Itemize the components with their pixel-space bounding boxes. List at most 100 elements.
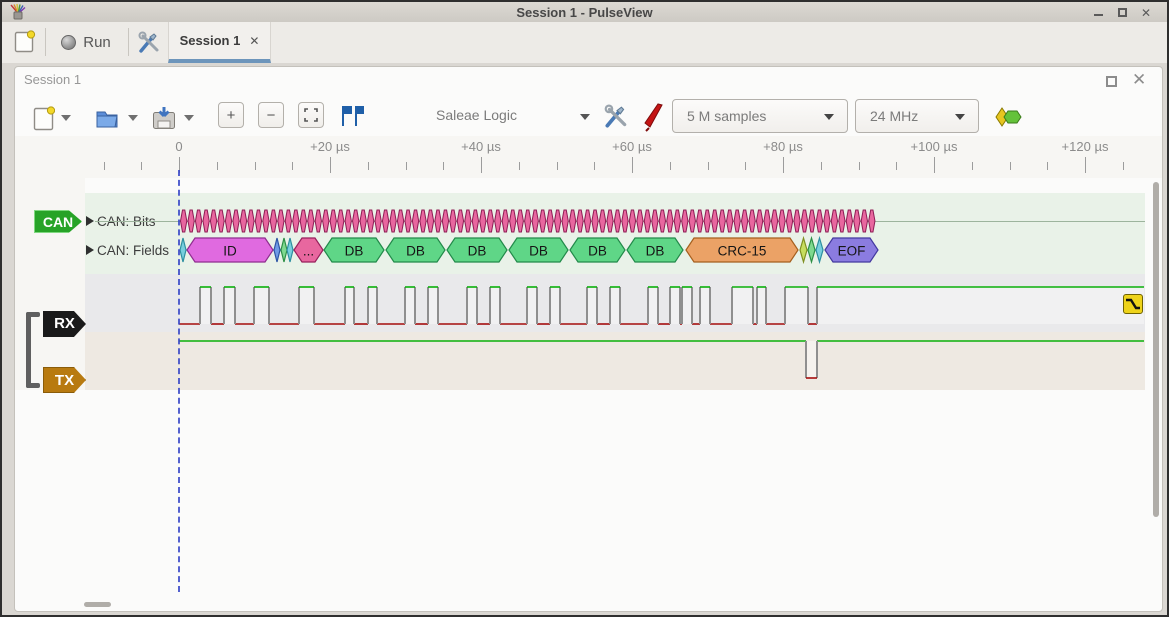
- rx-pulse-fill: [345, 287, 354, 324]
- can-bit-annotation: [338, 210, 344, 232]
- can-bit-annotation: [263, 210, 269, 232]
- can-bit-annotation: [779, 210, 785, 232]
- can-bit-annotation: [472, 210, 478, 232]
- can-bit-annotation: [465, 210, 471, 232]
- can-bit-annotation: [195, 210, 201, 232]
- can-bit-annotation: [248, 210, 254, 232]
- can-bit-annotation: [315, 210, 321, 232]
- can-field-label: DB: [529, 244, 548, 259]
- can-bit-annotation: [375, 210, 381, 232]
- can-bit-annotation: [420, 210, 426, 232]
- can-field-annotation: [180, 238, 186, 262]
- can-bit-annotation: [794, 210, 800, 232]
- can-bit-annotation: [330, 210, 336, 232]
- can-bit-annotation: [225, 210, 231, 232]
- can-bit-annotation: [682, 210, 688, 232]
- rx-pulse-fill: [467, 287, 477, 324]
- horizontal-scrollbar[interactable]: [84, 602, 111, 607]
- can-bit-annotation: [188, 210, 194, 232]
- can-bit-annotation: [614, 210, 620, 232]
- can-bit-annotation: [285, 210, 291, 232]
- rx-pulse-fill: [587, 287, 597, 324]
- can-bit-annotation: [532, 210, 538, 232]
- rx-pulse-fill: [550, 287, 560, 324]
- can-field-label: ID: [223, 244, 237, 259]
- can-bit-annotation: [412, 210, 418, 232]
- can-field-label: DB: [588, 244, 607, 259]
- can-bit-annotation: [300, 210, 306, 232]
- can-field-annotation: [800, 238, 807, 262]
- can-bit-annotation: [218, 210, 224, 232]
- can-bit-annotation: [704, 210, 710, 232]
- can-field-annotation: [281, 238, 287, 262]
- can-bit-annotation: [495, 210, 501, 232]
- can-bit-annotation: [742, 210, 748, 232]
- rx-pulse-fill: [405, 287, 415, 324]
- can-bit-annotation: [764, 210, 770, 232]
- rx-pulse-fill: [817, 287, 1144, 324]
- can-bit-annotation: [547, 210, 553, 232]
- can-bit-annotation: [846, 210, 852, 232]
- rx-pulse-fill: [700, 287, 710, 324]
- can-bit-annotation: [719, 210, 725, 232]
- can-bit-annotation: [727, 210, 733, 232]
- can-bit-annotation: [674, 210, 680, 232]
- can-bit-annotation: [824, 210, 830, 232]
- can-bit-annotation: [577, 210, 583, 232]
- rx-pulse-fill: [757, 287, 766, 324]
- rx-pulse-fill: [490, 287, 500, 324]
- can-bit-annotation: [629, 210, 635, 232]
- rx-pulse-fill: [732, 287, 753, 324]
- can-bit-annotation: [397, 210, 403, 232]
- can-bit-annotation: [569, 210, 575, 232]
- trigger-falling-edge-icon[interactable]: [1123, 294, 1143, 314]
- can-bit-annotation: [510, 210, 516, 232]
- can-bit-annotation: [390, 210, 396, 232]
- can-bit-annotation: [592, 210, 598, 232]
- can-bit-annotation: [210, 210, 216, 232]
- can-bit-annotation: [345, 210, 351, 232]
- can-bit-annotation: [255, 210, 261, 232]
- can-bit-annotation: [353, 210, 359, 232]
- can-field-label: ...: [303, 244, 314, 259]
- can-bit-annotation: [622, 210, 628, 232]
- rx-pulse-fill: [224, 287, 235, 324]
- can-field-label: DB: [646, 244, 665, 259]
- can-bit-annotation: [697, 210, 703, 232]
- can-field-label: CRC-15: [718, 244, 767, 259]
- can-field-label: EOF: [838, 244, 866, 259]
- can-bit-annotation: [525, 210, 531, 232]
- can-bit-annotation: [278, 210, 284, 232]
- can-bit-annotation: [599, 210, 605, 232]
- can-bit-annotation: [405, 210, 411, 232]
- vertical-scrollbar[interactable]: [1153, 182, 1159, 517]
- can-bit-annotation: [607, 210, 613, 232]
- can-bit-annotation: [584, 210, 590, 232]
- can-bit-annotation: [801, 210, 807, 232]
- can-field-label: DB: [345, 244, 364, 259]
- rx-pulse-fill: [610, 287, 620, 324]
- rx-pulse-fill: [200, 287, 211, 324]
- can-bit-annotation: [712, 210, 718, 232]
- can-field-annotation: [274, 238, 280, 262]
- can-bit-annotation: [293, 210, 299, 232]
- can-bit-annotation: [382, 210, 388, 232]
- rx-pulse-fill: [648, 287, 658, 324]
- can-bit-annotation: [233, 210, 239, 232]
- can-bit-annotation: [435, 210, 441, 232]
- tx-pulse-fill: [806, 341, 817, 378]
- rx-pulse-fill: [670, 287, 680, 324]
- can-bit-annotation: [734, 210, 740, 232]
- can-bit-annotation: [667, 210, 673, 232]
- can-bit-annotation: [308, 210, 314, 232]
- can-bit-annotation: [809, 210, 815, 232]
- can-bit-annotation: [652, 210, 658, 232]
- can-bit-annotation: [480, 210, 486, 232]
- can-bit-annotation: [442, 210, 448, 232]
- can-bit-annotation: [540, 210, 546, 232]
- can-bit-annotation: [869, 210, 875, 232]
- can-bit-annotation: [771, 210, 777, 232]
- rx-pulse-fill: [368, 287, 377, 324]
- time-cursor[interactable]: [178, 170, 180, 592]
- can-bit-annotation: [203, 210, 209, 232]
